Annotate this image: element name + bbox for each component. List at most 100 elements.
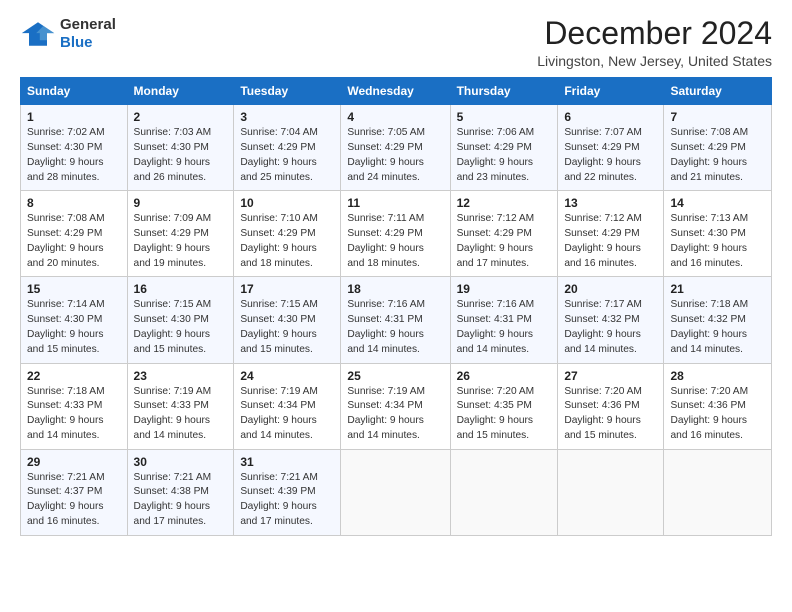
calendar-cell: 23 Sunrise: 7:19 AMSunset: 4:33 PMDaylig… xyxy=(127,363,234,449)
column-header-thursday: Thursday xyxy=(450,78,558,105)
day-info: Sunrise: 7:16 AMSunset: 4:31 PMDaylight:… xyxy=(347,298,443,357)
calendar-cell: 30 Sunrise: 7:21 AMSunset: 4:38 PMDaylig… xyxy=(127,449,234,535)
calendar-cell: 11 Sunrise: 7:11 AMSunset: 4:29 PMDaylig… xyxy=(341,191,450,277)
day-number: 23 xyxy=(134,369,228,383)
day-info: Sunrise: 7:10 AMSunset: 4:29 PMDaylight:… xyxy=(240,212,334,271)
month-title: December 2024 xyxy=(537,16,772,51)
day-info: Sunrise: 7:07 AMSunset: 4:29 PMDaylight:… xyxy=(564,126,657,185)
logo-text: General Blue xyxy=(60,16,116,52)
day-number: 19 xyxy=(457,282,552,296)
calendar-week-row: 22 Sunrise: 7:18 AMSunset: 4:33 PMDaylig… xyxy=(21,363,772,449)
day-number: 28 xyxy=(670,369,765,383)
day-number: 27 xyxy=(564,369,657,383)
calendar-cell: 4 Sunrise: 7:05 AMSunset: 4:29 PMDayligh… xyxy=(341,105,450,191)
column-header-tuesday: Tuesday xyxy=(234,78,341,105)
logo-icon xyxy=(20,20,56,48)
calendar-cell: 8 Sunrise: 7:08 AMSunset: 4:29 PMDayligh… xyxy=(21,191,128,277)
day-info: Sunrise: 7:12 AMSunset: 4:29 PMDaylight:… xyxy=(457,212,552,271)
column-header-friday: Friday xyxy=(558,78,664,105)
day-info: Sunrise: 7:09 AMSunset: 4:29 PMDaylight:… xyxy=(134,212,228,271)
calendar-cell: 12 Sunrise: 7:12 AMSunset: 4:29 PMDaylig… xyxy=(450,191,558,277)
calendar-cell: 22 Sunrise: 7:18 AMSunset: 4:33 PMDaylig… xyxy=(21,363,128,449)
day-info: Sunrise: 7:12 AMSunset: 4:29 PMDaylight:… xyxy=(564,212,657,271)
day-number: 5 xyxy=(457,110,552,124)
calendar-cell xyxy=(664,449,772,535)
day-info: Sunrise: 7:18 AMSunset: 4:32 PMDaylight:… xyxy=(670,298,765,357)
day-info: Sunrise: 7:04 AMSunset: 4:29 PMDaylight:… xyxy=(240,126,334,185)
calendar-cell: 26 Sunrise: 7:20 AMSunset: 4:35 PMDaylig… xyxy=(450,363,558,449)
day-info: Sunrise: 7:20 AMSunset: 4:36 PMDaylight:… xyxy=(564,385,657,444)
calendar-cell: 31 Sunrise: 7:21 AMSunset: 4:39 PMDaylig… xyxy=(234,449,341,535)
calendar-cell xyxy=(450,449,558,535)
day-number: 29 xyxy=(27,455,121,469)
calendar-cell: 14 Sunrise: 7:13 AMSunset: 4:30 PMDaylig… xyxy=(664,191,772,277)
day-info: Sunrise: 7:13 AMSunset: 4:30 PMDaylight:… xyxy=(670,212,765,271)
day-number: 31 xyxy=(240,455,334,469)
day-number: 16 xyxy=(134,282,228,296)
day-info: Sunrise: 7:03 AMSunset: 4:30 PMDaylight:… xyxy=(134,126,228,185)
column-header-sunday: Sunday xyxy=(21,78,128,105)
calendar-cell: 2 Sunrise: 7:03 AMSunset: 4:30 PMDayligh… xyxy=(127,105,234,191)
day-info: Sunrise: 7:20 AMSunset: 4:35 PMDaylight:… xyxy=(457,385,552,444)
day-number: 7 xyxy=(670,110,765,124)
day-number: 2 xyxy=(134,110,228,124)
title-block: December 2024 Livingston, New Jersey, Un… xyxy=(537,16,772,69)
day-number: 9 xyxy=(134,196,228,210)
calendar-week-row: 15 Sunrise: 7:14 AMSunset: 4:30 PMDaylig… xyxy=(21,277,772,363)
day-info: Sunrise: 7:17 AMSunset: 4:32 PMDaylight:… xyxy=(564,298,657,357)
calendar-cell: 21 Sunrise: 7:18 AMSunset: 4:32 PMDaylig… xyxy=(664,277,772,363)
day-info: Sunrise: 7:20 AMSunset: 4:36 PMDaylight:… xyxy=(670,385,765,444)
day-info: Sunrise: 7:06 AMSunset: 4:29 PMDaylight:… xyxy=(457,126,552,185)
day-number: 18 xyxy=(347,282,443,296)
calendar-cell: 17 Sunrise: 7:15 AMSunset: 4:30 PMDaylig… xyxy=(234,277,341,363)
calendar-cell xyxy=(558,449,664,535)
day-number: 14 xyxy=(670,196,765,210)
day-info: Sunrise: 7:11 AMSunset: 4:29 PMDaylight:… xyxy=(347,212,443,271)
day-number: 13 xyxy=(564,196,657,210)
day-info: Sunrise: 7:15 AMSunset: 4:30 PMDaylight:… xyxy=(134,298,228,357)
calendar-cell: 16 Sunrise: 7:15 AMSunset: 4:30 PMDaylig… xyxy=(127,277,234,363)
day-info: Sunrise: 7:18 AMSunset: 4:33 PMDaylight:… xyxy=(27,385,121,444)
calendar-cell: 27 Sunrise: 7:20 AMSunset: 4:36 PMDaylig… xyxy=(558,363,664,449)
calendar-cell: 1 Sunrise: 7:02 AMSunset: 4:30 PMDayligh… xyxy=(21,105,128,191)
calendar-cell: 10 Sunrise: 7:10 AMSunset: 4:29 PMDaylig… xyxy=(234,191,341,277)
day-number: 26 xyxy=(457,369,552,383)
day-info: Sunrise: 7:05 AMSunset: 4:29 PMDaylight:… xyxy=(347,126,443,185)
day-info: Sunrise: 7:16 AMSunset: 4:31 PMDaylight:… xyxy=(457,298,552,357)
day-number: 1 xyxy=(27,110,121,124)
calendar-cell xyxy=(341,449,450,535)
calendar-week-row: 8 Sunrise: 7:08 AMSunset: 4:29 PMDayligh… xyxy=(21,191,772,277)
day-number: 3 xyxy=(240,110,334,124)
calendar-cell: 20 Sunrise: 7:17 AMSunset: 4:32 PMDaylig… xyxy=(558,277,664,363)
calendar-cell: 13 Sunrise: 7:12 AMSunset: 4:29 PMDaylig… xyxy=(558,191,664,277)
calendar-cell: 9 Sunrise: 7:09 AMSunset: 4:29 PMDayligh… xyxy=(127,191,234,277)
day-info: Sunrise: 7:08 AMSunset: 4:29 PMDaylight:… xyxy=(27,212,121,271)
day-number: 12 xyxy=(457,196,552,210)
day-info: Sunrise: 7:21 AMSunset: 4:37 PMDaylight:… xyxy=(27,471,121,530)
calendar-table: SundayMondayTuesdayWednesdayThursdayFrid… xyxy=(20,77,772,536)
calendar-week-row: 1 Sunrise: 7:02 AMSunset: 4:30 PMDayligh… xyxy=(21,105,772,191)
calendar-header-row: SundayMondayTuesdayWednesdayThursdayFrid… xyxy=(21,78,772,105)
calendar-cell: 6 Sunrise: 7:07 AMSunset: 4:29 PMDayligh… xyxy=(558,105,664,191)
day-info: Sunrise: 7:19 AMSunset: 4:33 PMDaylight:… xyxy=(134,385,228,444)
calendar-cell: 25 Sunrise: 7:19 AMSunset: 4:34 PMDaylig… xyxy=(341,363,450,449)
calendar-cell: 19 Sunrise: 7:16 AMSunset: 4:31 PMDaylig… xyxy=(450,277,558,363)
day-number: 8 xyxy=(27,196,121,210)
calendar-cell: 5 Sunrise: 7:06 AMSunset: 4:29 PMDayligh… xyxy=(450,105,558,191)
calendar-week-row: 29 Sunrise: 7:21 AMSunset: 4:37 PMDaylig… xyxy=(21,449,772,535)
calendar-cell: 18 Sunrise: 7:16 AMSunset: 4:31 PMDaylig… xyxy=(341,277,450,363)
day-number: 15 xyxy=(27,282,121,296)
day-number: 22 xyxy=(27,369,121,383)
calendar-cell: 24 Sunrise: 7:19 AMSunset: 4:34 PMDaylig… xyxy=(234,363,341,449)
day-number: 6 xyxy=(564,110,657,124)
calendar-cell: 28 Sunrise: 7:20 AMSunset: 4:36 PMDaylig… xyxy=(664,363,772,449)
calendar-cell: 29 Sunrise: 7:21 AMSunset: 4:37 PMDaylig… xyxy=(21,449,128,535)
day-number: 4 xyxy=(347,110,443,124)
day-info: Sunrise: 7:21 AMSunset: 4:39 PMDaylight:… xyxy=(240,471,334,530)
day-info: Sunrise: 7:15 AMSunset: 4:30 PMDaylight:… xyxy=(240,298,334,357)
day-info: Sunrise: 7:14 AMSunset: 4:30 PMDaylight:… xyxy=(27,298,121,357)
day-info: Sunrise: 7:21 AMSunset: 4:38 PMDaylight:… xyxy=(134,471,228,530)
day-info: Sunrise: 7:08 AMSunset: 4:29 PMDaylight:… xyxy=(670,126,765,185)
day-number: 17 xyxy=(240,282,334,296)
day-info: Sunrise: 7:19 AMSunset: 4:34 PMDaylight:… xyxy=(240,385,334,444)
